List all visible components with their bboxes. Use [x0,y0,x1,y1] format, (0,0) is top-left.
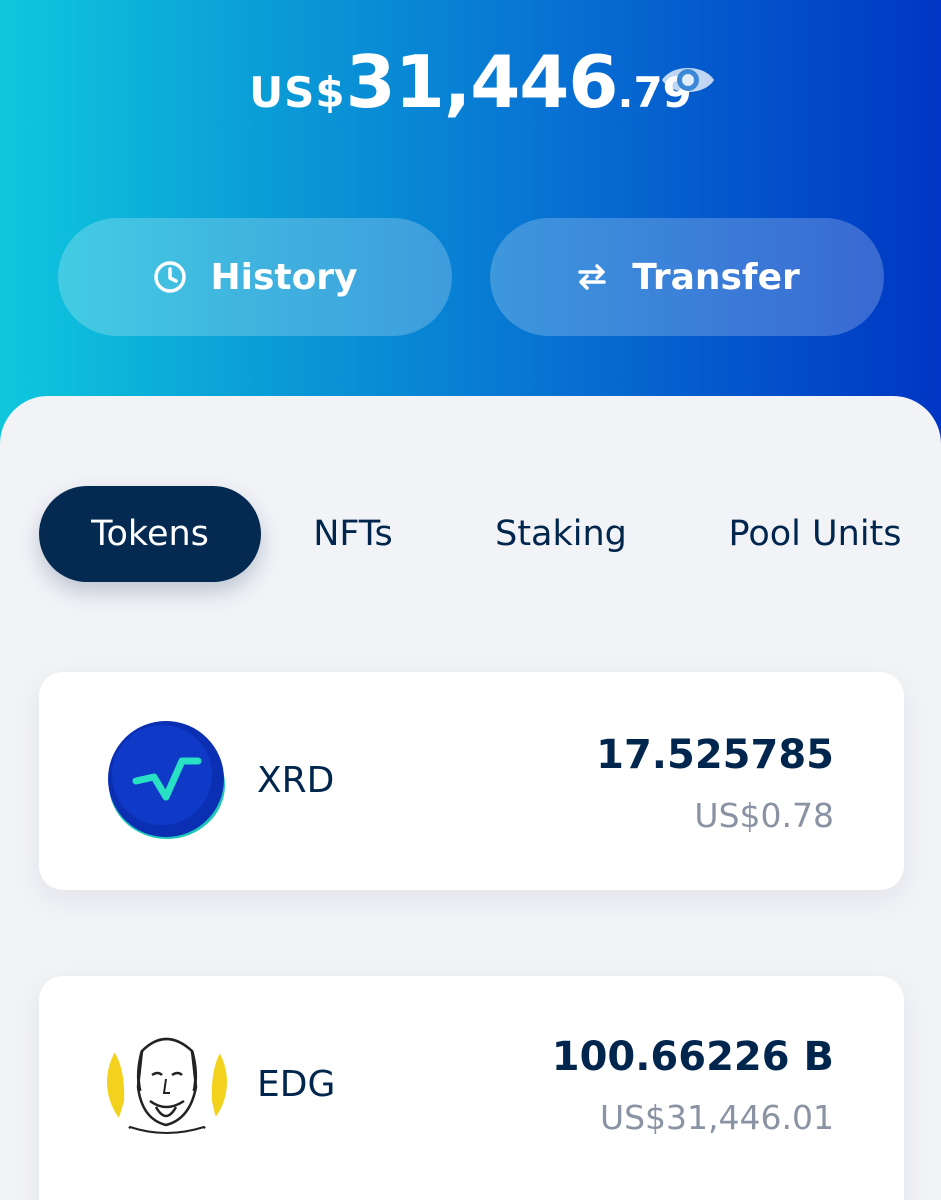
tab-label: Pool Units [728,514,902,554]
total-balance: US$ 31,446 .79 [0,40,941,124]
token-amount: 17.525785 [596,732,834,778]
token-card-xrd[interactable]: XRD 17.525785 US$0.78 [39,672,904,890]
tab-label: Tokens [91,514,209,554]
tab-tokens[interactable]: Tokens [39,486,261,582]
tab-staking[interactable]: Staking [490,486,632,582]
history-label: History [210,256,358,298]
token-card-edg[interactable]: EDG 100.66226 B US$31,446.01 [39,976,904,1200]
balance-whole: 31,446 [345,40,619,124]
token-fiat-value: US$31,446.01 [599,1098,834,1137]
balance-currency: US$ [249,68,346,117]
transfer-arrows-icon [578,264,606,290]
tab-label: NFTs [313,514,393,554]
edg-portrait-icon [107,1022,227,1142]
token-amount: 100.66226 B [551,1034,834,1080]
transfer-button[interactable]: Transfer [490,218,884,336]
xrd-logo-icon [108,721,225,839]
tab-pool-units[interactable]: Pool Units [722,486,908,582]
history-button[interactable]: History [58,218,452,336]
token-symbol: XRD [257,760,335,801]
wallet-screen: US$ 31,446 .79 History Transfer Tokens N… [0,0,941,1200]
token-symbol: EDG [257,1064,336,1105]
tab-label: Staking [495,514,627,554]
transfer-label: Transfer [632,256,800,298]
eye-icon[interactable] [660,60,716,100]
token-fiat-value: US$0.78 [694,796,834,835]
clock-icon [154,261,187,293]
tab-nfts[interactable]: NFTs [300,486,406,582]
